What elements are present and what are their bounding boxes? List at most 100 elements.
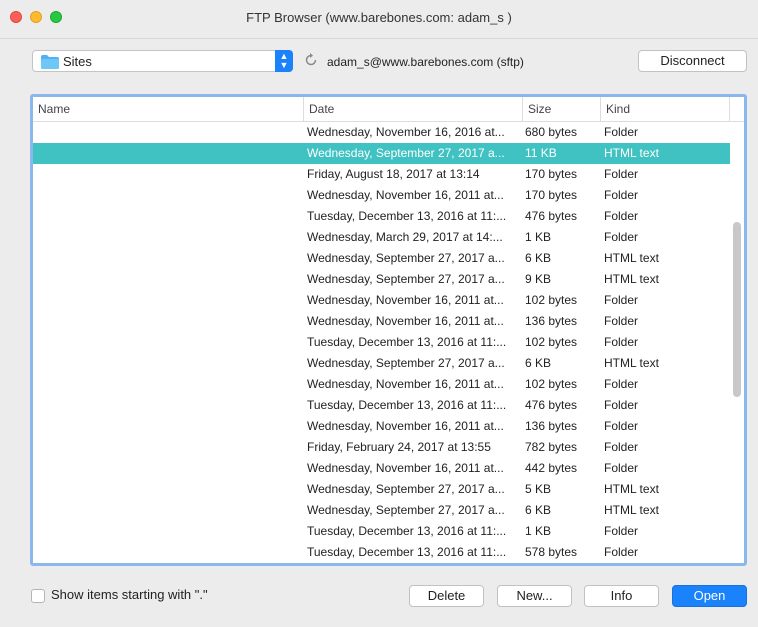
table-row[interactable]: ▶moviesWednesday, November 16, 2011 at..…: [33, 185, 730, 206]
date-cell: Wednesday, November 16, 2011 at...: [307, 419, 504, 433]
size-cell: 1 KB: [525, 524, 552, 538]
size-cell: 476 bytes: [525, 209, 578, 223]
ftp-browser-window: FTP Browser (www.barebones.com: adam_s )…: [0, 0, 758, 627]
table-row[interactable]: ▼supportTuesday, December 13, 2016 at 11…: [33, 542, 730, 563]
kind-cell: Folder: [604, 419, 639, 433]
window-title: FTP Browser (www.barebones.com: adam_s ): [246, 10, 512, 25]
vertical-scrollbar[interactable]: [733, 222, 741, 397]
table-row[interactable]: ▶mailsmithWednesday, November 16, 2011 a…: [33, 290, 730, 311]
size-cell: 6 KB: [525, 251, 552, 265]
show-hidden-label: Show items starting with ".": [51, 587, 208, 602]
size-cell: 170 bytes: [525, 188, 578, 202]
size-cell: 9 KB: [525, 272, 552, 286]
disconnect-button[interactable]: Disconnect: [638, 50, 747, 72]
date-cell: Wednesday, September 27, 2017 a...: [307, 482, 505, 496]
date-cell: Tuesday, December 13, 2016 at 11:...: [307, 524, 507, 538]
kind-cell: Folder: [604, 293, 639, 307]
date-cell: Wednesday, November 16, 2011 at...: [307, 314, 504, 328]
kind-cell: Folder: [604, 125, 639, 139]
size-cell: 5 KB: [525, 482, 552, 496]
date-cell: Tuesday, December 13, 2016 at 11:...: [307, 545, 507, 559]
table-row[interactable]: ▶weathercalWednesday, November 16, 2011 …: [33, 416, 730, 437]
table-row[interactable]: ▼productsTuesday, December 13, 2016 at 1…: [33, 206, 730, 227]
table-row[interactable]: ▶bbeditWednesday, March 29, 2017 at 14:.…: [33, 227, 730, 248]
size-cell: 1 KB: [525, 230, 552, 244]
size-cell: 170 bytes: [525, 167, 578, 181]
date-cell: Wednesday, September 27, 2017 a...: [307, 146, 505, 160]
column-header-kind[interactable]: Kind: [601, 97, 730, 121]
date-cell: Tuesday, December 13, 2016 at 11:...: [307, 398, 507, 412]
file-list: ▶imagesWednesday, November 16, 2016 at..…: [33, 122, 730, 563]
date-cell: Friday, August 18, 2017 at 13:14: [307, 167, 480, 181]
open-button[interactable]: Open: [672, 585, 747, 607]
kind-cell: Folder: [604, 440, 639, 454]
size-cell: 136 bytes: [525, 419, 578, 433]
kind-cell: Folder: [604, 314, 639, 328]
sites-popup-label: Sites: [63, 54, 92, 69]
popup-stepper-icon: ▲ ▼: [275, 50, 293, 72]
table-row[interactable]: ▶jsFriday, August 18, 2017 at 13:14170 b…: [33, 164, 730, 185]
kind-cell: HTML text: [604, 251, 659, 265]
date-cell: Tuesday, December 13, 2016 at 11:...: [307, 209, 507, 223]
table-row[interactable]: Wsearch.htmlWednesday, September 27, 201…: [33, 479, 730, 500]
date-cell: Friday, February 24, 2017 at 13:55: [307, 440, 491, 454]
kind-cell: Folder: [604, 377, 639, 391]
kind-cell: HTML text: [604, 146, 659, 160]
table-row[interactable]: Wformsent.htmlWednesday, September 27, 2…: [33, 248, 730, 269]
table-row[interactable]: ▶registrationTuesday, December 13, 2016 …: [33, 332, 730, 353]
table-header: Name Date Size Kind: [33, 97, 744, 122]
size-cell: 6 KB: [525, 503, 552, 517]
table-row[interactable]: ▶s5Wednesday, November 16, 2011 at...442…: [33, 458, 730, 479]
size-cell: 442 bytes: [525, 461, 578, 475]
date-cell: Tuesday, December 13, 2016 at 11:...: [307, 335, 507, 349]
size-cell: 102 bytes: [525, 377, 578, 391]
info-button[interactable]: Info: [584, 585, 659, 607]
date-cell: Wednesday, November 16, 2011 at...: [307, 377, 504, 391]
table-row[interactable]: Windex.htmlWednesday, September 27, 2017…: [33, 143, 730, 164]
date-cell: Wednesday, November 16, 2011 at...: [307, 188, 504, 202]
size-cell: 136 bytes: [525, 314, 578, 328]
date-cell: Wednesday, March 29, 2017 at 14:...: [307, 230, 503, 244]
table-row[interactable]: Windex.htmlWednesday, September 27, 2017…: [33, 269, 730, 290]
size-cell: 11 KB: [525, 146, 557, 160]
delete-button[interactable]: Delete: [409, 585, 484, 607]
kind-cell: Folder: [604, 398, 639, 412]
kind-cell: Folder: [604, 545, 639, 559]
refresh-icon[interactable]: [302, 51, 320, 69]
file-browser-table[interactable]: Name Date Size Kind ▶imagesWednesday, No…: [30, 94, 747, 566]
size-cell: 102 bytes: [525, 293, 578, 307]
table-row[interactable]: ▶mobileWednesday, November 16, 2011 at..…: [33, 311, 730, 332]
kind-cell: Folder: [604, 335, 639, 349]
show-hidden-checkbox[interactable]: [31, 589, 45, 603]
connection-label: adam_s@www.barebones.com (sftp): [327, 55, 524, 69]
table-row[interactable]: Wregistration_thanks.htmlWednesday, Sept…: [33, 353, 730, 374]
kind-cell: HTML text: [604, 482, 659, 496]
table-row[interactable]: ▶imagesWednesday, November 16, 2016 at..…: [33, 122, 730, 143]
title-bar: FTP Browser (www.barebones.com: adam_s ): [0, 0, 758, 39]
date-cell: Wednesday, November 16, 2016 at...: [307, 125, 505, 139]
table-row[interactable]: Wspecial_offer.htmlWednesday, September …: [33, 500, 730, 521]
kind-cell: HTML text: [604, 272, 659, 286]
column-header-name[interactable]: Name: [33, 97, 304, 121]
column-header-date[interactable]: Date: [304, 97, 523, 121]
kind-cell: HTML text: [604, 503, 659, 517]
kind-cell: Folder: [604, 230, 639, 244]
table-row[interactable]: ▶superWednesday, November 16, 2011 at...…: [33, 374, 730, 395]
sites-popup-button[interactable]: Sites ▲ ▼: [32, 50, 293, 72]
table-row[interactable]: ▶yojimboFriday, February 24, 2017 at 13:…: [33, 437, 730, 458]
kind-cell: Folder: [604, 188, 639, 202]
kind-cell: Folder: [604, 209, 639, 223]
table-row[interactable]: ▶textwranglerTuesday, December 13, 2016 …: [33, 395, 730, 416]
size-cell: 102 bytes: [525, 335, 578, 349]
table-row[interactable]: ▶storeTuesday, December 13, 2016 at 11:.…: [33, 521, 730, 542]
date-cell: Wednesday, November 16, 2011 at...: [307, 293, 504, 307]
date-cell: Wednesday, November 16, 2011 at...: [307, 461, 504, 475]
column-header-size[interactable]: Size: [523, 97, 601, 121]
size-cell: 782 bytes: [525, 440, 578, 454]
new-button[interactable]: New...: [497, 585, 572, 607]
kind-cell: Folder: [604, 461, 639, 475]
date-cell: Wednesday, September 27, 2017 a...: [307, 503, 505, 517]
kind-cell: Folder: [604, 524, 639, 538]
date-cell: Wednesday, September 27, 2017 a...: [307, 356, 505, 370]
kind-cell: Folder: [604, 167, 639, 181]
